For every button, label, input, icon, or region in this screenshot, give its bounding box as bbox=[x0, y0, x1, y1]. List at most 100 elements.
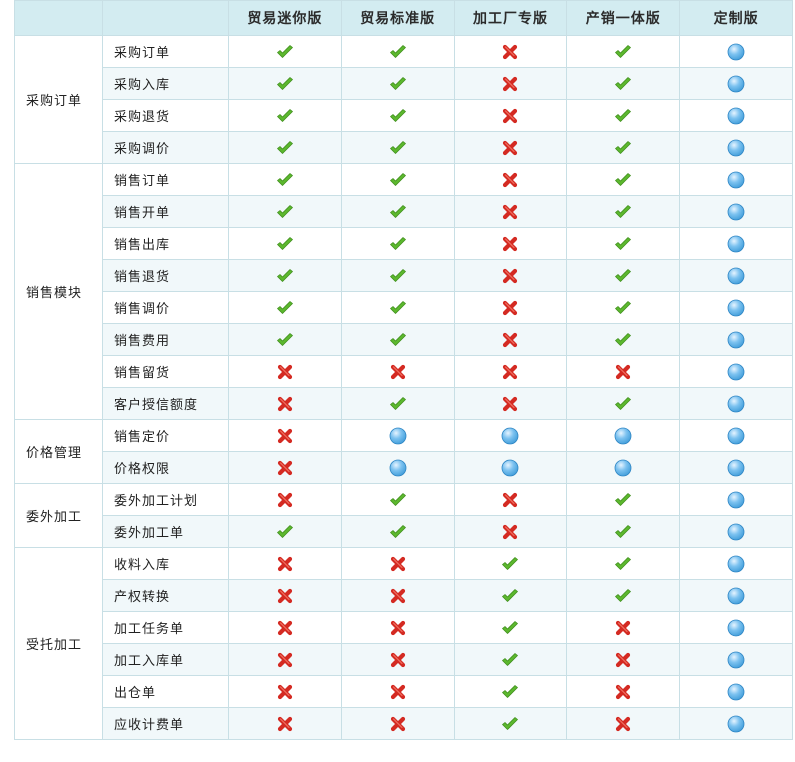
feature-label: 出仓单 bbox=[102, 675, 229, 708]
green-check-icon bbox=[388, 330, 408, 350]
blue-dot-icon bbox=[726, 106, 746, 126]
support-cell bbox=[228, 323, 342, 356]
green-check-icon bbox=[613, 266, 633, 286]
support-cell bbox=[566, 643, 681, 676]
support-cell bbox=[566, 419, 681, 452]
blue-dot-icon bbox=[726, 682, 746, 702]
blue-dot-icon bbox=[726, 522, 746, 542]
blue-dot-icon bbox=[726, 650, 746, 670]
support-cell bbox=[228, 291, 342, 324]
support-cell bbox=[566, 579, 681, 612]
support-cell bbox=[679, 227, 793, 260]
support-cell bbox=[566, 355, 681, 388]
support-cell bbox=[566, 67, 681, 100]
header-edition-integrated: 产销一体版 bbox=[566, 0, 681, 36]
feature-label: 销售留货 bbox=[102, 355, 229, 388]
support-cell bbox=[340, 291, 455, 324]
green-check-icon bbox=[388, 490, 408, 510]
green-check-icon bbox=[275, 522, 295, 542]
support-cell bbox=[340, 67, 455, 100]
green-check-icon bbox=[613, 42, 633, 62]
green-check-icon bbox=[275, 42, 295, 62]
blue-dot-icon bbox=[726, 618, 746, 638]
red-cross-icon bbox=[275, 682, 295, 702]
green-check-icon bbox=[388, 266, 408, 286]
support-cell bbox=[453, 611, 568, 644]
feature-label: 客户授信额度 bbox=[102, 387, 229, 420]
green-check-icon bbox=[275, 74, 295, 94]
red-cross-icon bbox=[388, 618, 408, 638]
green-check-icon bbox=[275, 330, 295, 350]
red-cross-icon bbox=[613, 618, 633, 638]
green-check-icon bbox=[613, 586, 633, 606]
support-cell bbox=[679, 259, 793, 292]
green-check-icon bbox=[613, 330, 633, 350]
green-check-icon bbox=[613, 138, 633, 158]
support-cell bbox=[566, 163, 681, 196]
support-cell bbox=[679, 387, 793, 420]
support-cell bbox=[340, 419, 455, 452]
red-cross-icon bbox=[388, 554, 408, 574]
blue-dot-icon bbox=[726, 234, 746, 254]
green-check-icon bbox=[275, 138, 295, 158]
header-corner-cell bbox=[14, 0, 103, 36]
red-cross-icon bbox=[388, 362, 408, 382]
support-cell bbox=[453, 195, 568, 228]
table-row: 加工任务单 bbox=[15, 611, 793, 644]
support-cell bbox=[340, 323, 455, 356]
support-cell bbox=[340, 611, 455, 644]
support-cell bbox=[679, 99, 793, 132]
group-label: 价格管理 bbox=[14, 419, 103, 484]
feature-label: 销售费用 bbox=[102, 323, 229, 356]
table-row: 产权转换 bbox=[15, 579, 793, 612]
red-cross-icon bbox=[388, 650, 408, 670]
support-cell bbox=[340, 163, 455, 196]
green-check-icon bbox=[500, 650, 520, 670]
red-cross-icon bbox=[613, 650, 633, 670]
red-cross-icon bbox=[500, 170, 520, 190]
green-check-icon bbox=[275, 234, 295, 254]
support-cell bbox=[453, 355, 568, 388]
support-cell bbox=[453, 131, 568, 164]
red-cross-icon bbox=[275, 554, 295, 574]
support-cell bbox=[340, 675, 455, 708]
red-cross-icon bbox=[388, 682, 408, 702]
support-cell bbox=[340, 451, 455, 484]
feature-label: 委外加工计划 bbox=[102, 483, 229, 516]
red-cross-icon bbox=[500, 330, 520, 350]
support-cell bbox=[340, 131, 455, 164]
table-row: 销售开单 bbox=[15, 195, 793, 228]
support-cell bbox=[566, 547, 681, 580]
edition-comparison: 贸易迷你版 贸易标准版 加工厂专版 产销一体版 定制版 采购订单 采购订单 采购入库… bbox=[14, 0, 793, 740]
blue-dot-icon bbox=[613, 426, 633, 446]
red-cross-icon bbox=[500, 234, 520, 254]
support-cell bbox=[340, 643, 455, 676]
table-row: 采购退货 bbox=[15, 99, 793, 132]
support-cell bbox=[228, 355, 342, 388]
green-check-icon bbox=[388, 234, 408, 254]
red-cross-icon bbox=[275, 362, 295, 382]
red-cross-icon bbox=[275, 490, 295, 510]
blue-dot-icon bbox=[726, 362, 746, 382]
support-cell bbox=[228, 195, 342, 228]
table-row: 采购订单 采购订单 bbox=[14, 35, 793, 164]
table-row: 采购调价 bbox=[15, 131, 793, 164]
support-cell bbox=[228, 643, 342, 676]
support-cell bbox=[679, 579, 793, 612]
blue-dot-icon bbox=[726, 74, 746, 94]
feature-label: 采购调价 bbox=[102, 131, 229, 164]
red-cross-icon bbox=[388, 586, 408, 606]
support-cell bbox=[340, 387, 455, 420]
support-cell bbox=[453, 547, 568, 580]
red-cross-icon bbox=[613, 714, 633, 734]
blue-dot-icon bbox=[726, 586, 746, 606]
support-cell bbox=[679, 35, 793, 68]
table-row: 委外加工单 bbox=[15, 515, 793, 548]
blue-dot-icon bbox=[613, 458, 633, 478]
support-cell bbox=[228, 611, 342, 644]
table-row: 委外加工 委外加工计划 bbox=[14, 483, 793, 548]
support-cell bbox=[228, 579, 342, 612]
green-check-icon bbox=[500, 586, 520, 606]
red-cross-icon bbox=[613, 362, 633, 382]
green-check-icon bbox=[613, 170, 633, 190]
